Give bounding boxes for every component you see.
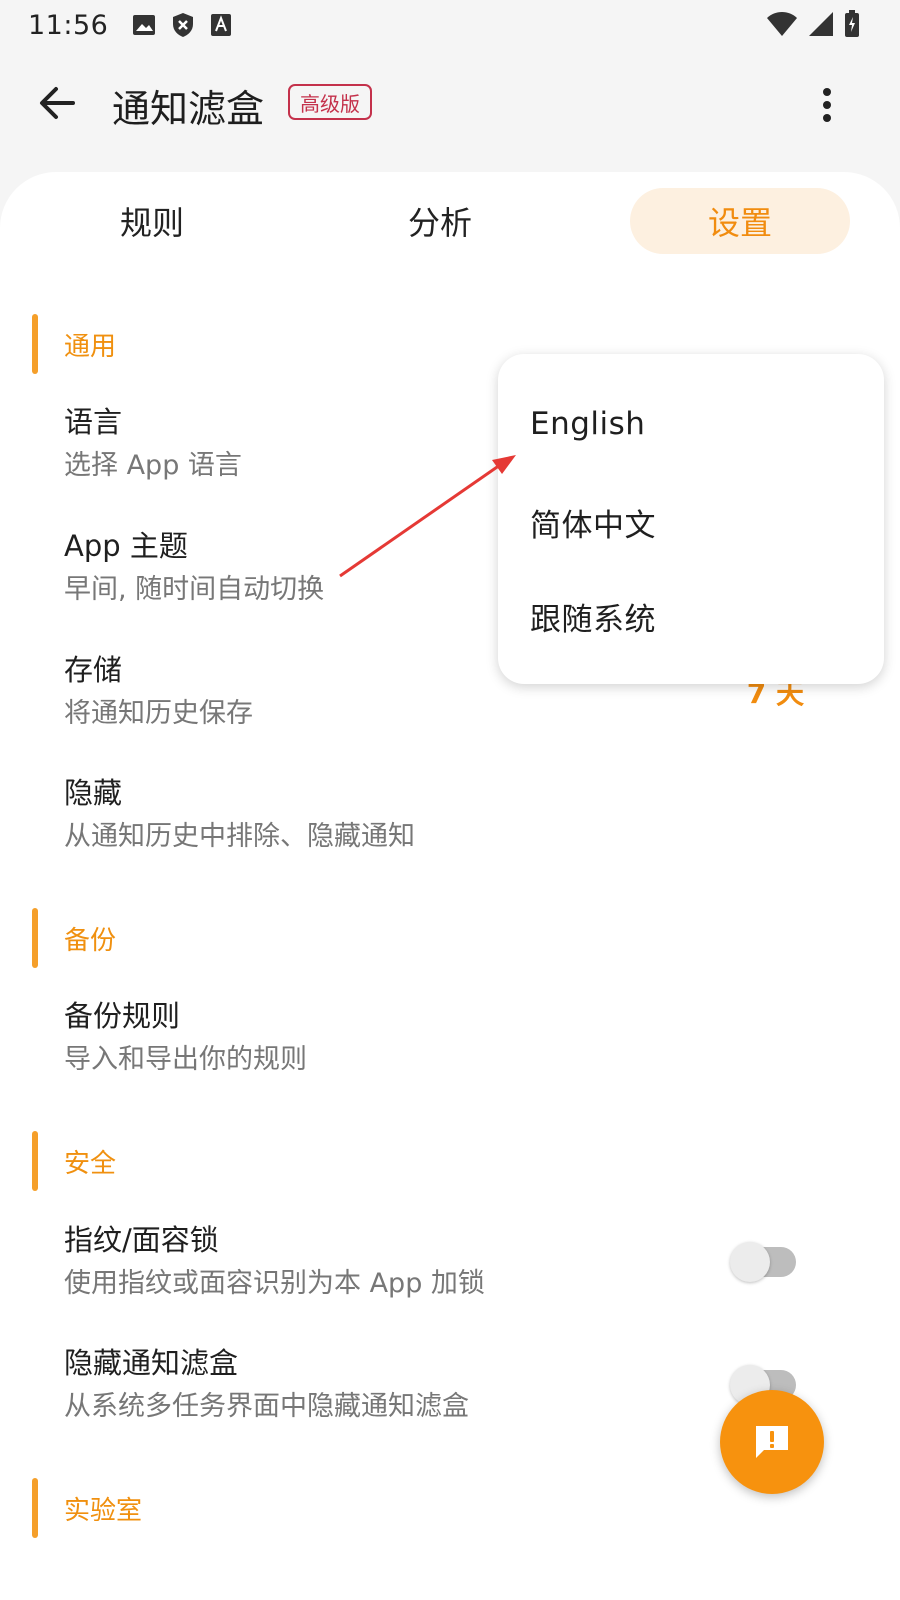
section-accent-bar (32, 1478, 38, 1538)
setting-title: 备份规则 (64, 999, 181, 1033)
back-button[interactable] (34, 80, 80, 126)
signal-icon (808, 11, 834, 37)
section-title: 备份 (64, 925, 117, 956)
menu-item-english[interactable]: English (530, 406, 645, 442)
top-app-bar: 通知滤盒 高级版 (0, 60, 900, 146)
tab-settings[interactable]: 设置 (630, 188, 850, 254)
text-a-icon (210, 13, 232, 37)
setting-subtitle: 将通知历史保存 (64, 698, 253, 729)
setting-title: 隐藏 (64, 776, 123, 810)
section-accent-bar (32, 908, 38, 968)
section-accent-bar (32, 1131, 38, 1191)
setting-backup-rules[interactable]: 备份规则 导入和导出你的规则 (64, 996, 864, 1080)
arrow-left-icon (40, 87, 75, 119)
status-notification-icons (132, 12, 232, 38)
section-title: 通用 (64, 331, 117, 362)
section-accent-bar (32, 314, 38, 374)
toggle-knob (730, 1242, 770, 1282)
section-title: 安全 (64, 1148, 117, 1179)
setting-subtitle: 从通知历史中排除、隐藏通知 (64, 821, 415, 852)
section-header-general: 通用 (32, 314, 116, 374)
shield-icon (172, 12, 194, 38)
section-header-lab: 实验室 (32, 1478, 142, 1538)
more-options-button[interactable] (804, 82, 850, 128)
battery-charging-icon (844, 10, 860, 38)
wifi-icon (766, 11, 798, 37)
status-time: 11:56 (28, 9, 109, 41)
tab-bar: 规则 分析 设置 (0, 188, 900, 254)
tab-rules[interactable]: 规则 (42, 188, 262, 254)
biometric-lock-toggle[interactable] (730, 1242, 796, 1282)
menu-item-simplified-chinese[interactable]: 简体中文 (530, 500, 656, 545)
image-icon (132, 14, 156, 36)
language-dropdown-menu: English 简体中文 跟随系统 (498, 354, 884, 684)
section-header-backup: 备份 (32, 908, 116, 968)
status-system-icons (766, 10, 860, 38)
status-bar: 11:56 (0, 0, 900, 50)
section-title: 实验室 (64, 1495, 143, 1526)
setting-subtitle: 导入和导出你的规则 (64, 1044, 307, 1075)
pro-badge: 高级版 (288, 84, 372, 120)
feedback-fab[interactable] (720, 1390, 824, 1494)
feedback-icon (756, 1426, 788, 1458)
more-vert-icon (823, 88, 831, 122)
tab-analysis[interactable]: 分析 (330, 188, 550, 254)
page-title: 通知滤盒 (112, 87, 265, 131)
section-header-security: 安全 (32, 1131, 116, 1191)
setting-hide[interactable]: 隐藏 从通知历史中排除、隐藏通知 (64, 773, 864, 857)
menu-item-follow-system[interactable]: 跟随系统 (530, 594, 656, 639)
